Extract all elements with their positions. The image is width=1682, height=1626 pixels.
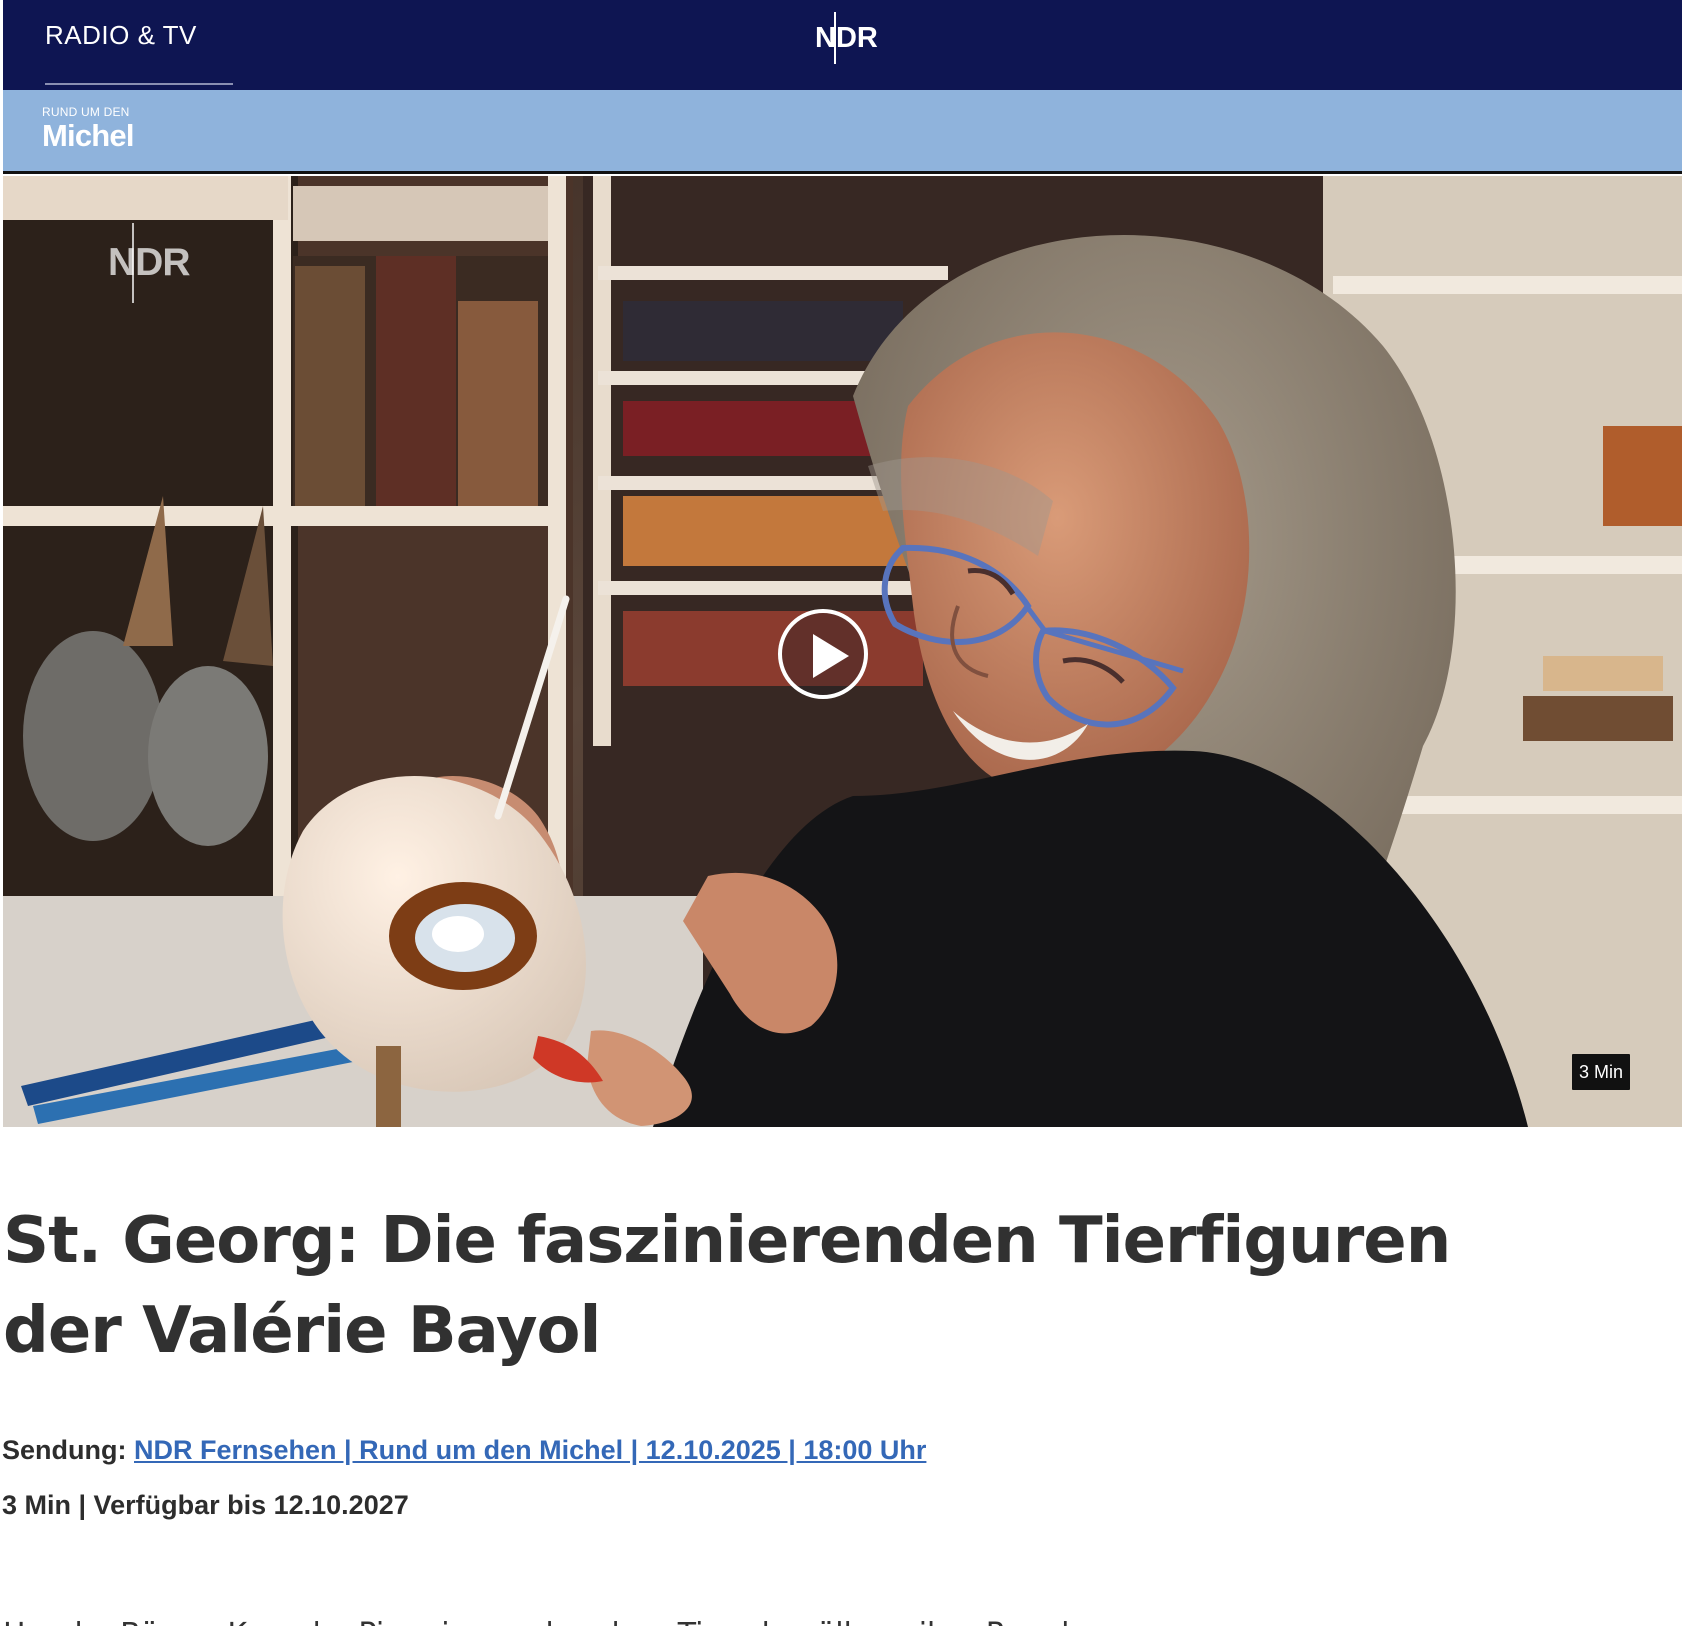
broadcast-link[interactable]: NDR Fernsehen | Rund um den Michel | 12.… — [134, 1435, 926, 1465]
show-logo-small-text: RUND UM DEN — [42, 105, 130, 119]
radio-tv-link[interactable]: RADIO & TV — [45, 20, 197, 51]
active-section-underline — [45, 83, 233, 85]
rund-um-den-michel-logo[interactable]: RUND UM DEN Michel — [42, 106, 134, 151]
show-logo-main-text: Michel — [42, 118, 134, 153]
video-availability: 3 Min | Verfügbar bis 12.10.2027 — [2, 1490, 409, 1520]
show-header-bar: RUND UM DEN Michel — [3, 90, 1682, 174]
broadcast-info: Sendung: NDR Fernsehen | Rund um den Mic… — [2, 1429, 926, 1471]
article-title: St. Georg: Die faszinierenden Tierfigure… — [3, 1204, 1451, 1368]
top-navigation-bar: RADIO & TV NDR — [3, 0, 1682, 90]
video-player[interactable]: NDR 3 Min — [3, 176, 1682, 1127]
ndr-logo[interactable]: NDR — [815, 12, 878, 64]
ndr-video-watermark: NDR — [108, 223, 193, 303]
broadcast-label: Sendung: — [2, 1435, 127, 1465]
watermark-text: NDR — [108, 241, 190, 284]
play-icon — [813, 634, 849, 678]
page: RADIO & TV NDR RUND UM DEN Michel NDR 3 … — [0, 0, 1682, 1626]
watermark-stroke — [132, 223, 134, 303]
article-teaser: Hunde, Bären, Kamele, Pinguine und ander… — [3, 1614, 1097, 1626]
ndr-logo-text: NDR — [815, 22, 878, 54]
ndr-logo-stroke — [834, 12, 836, 64]
play-button[interactable] — [778, 609, 868, 699]
video-duration-badge: 3 Min — [1572, 1054, 1630, 1090]
